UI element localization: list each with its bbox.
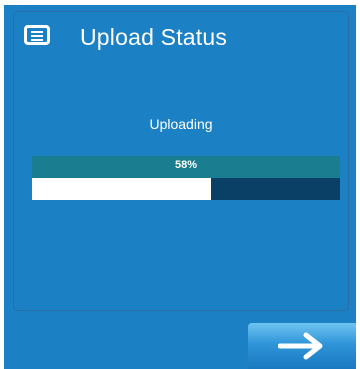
upload-status-label: Uploading (149, 116, 213, 132)
arrow-right-icon (278, 332, 323, 360)
upload-status-panel: Upload Status Uploading 58% (13, 11, 349, 311)
page-title: Upload Status (80, 24, 228, 50)
upload-status-screen: Upload Status Uploading 58% (4, 5, 356, 369)
progress-track (32, 178, 340, 200)
progress-header: 58% (32, 156, 340, 178)
panel-header: Upload Status (14, 12, 348, 72)
upload-progress: 58% (32, 156, 340, 202)
next-button[interactable] (248, 323, 356, 369)
message-list-icon (24, 25, 50, 45)
progress-fill (32, 178, 211, 200)
progress-percentage: 58% (174, 159, 198, 171)
